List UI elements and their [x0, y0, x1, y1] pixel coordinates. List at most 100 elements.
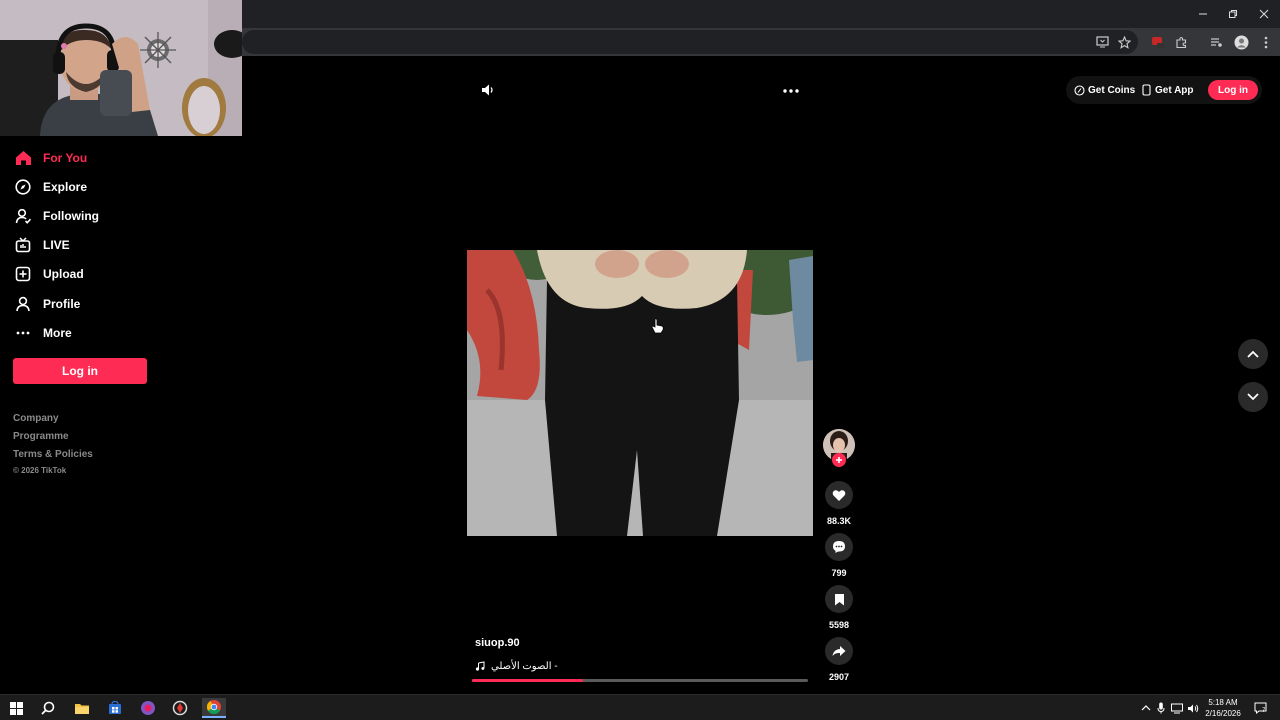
chrome-icon — [206, 700, 221, 715]
folder-icon — [75, 703, 89, 714]
next-video-button[interactable] — [1238, 382, 1268, 412]
close-icon — [1259, 9, 1269, 19]
bookmark-icon — [834, 593, 844, 605]
taskbar-app-2[interactable] — [170, 698, 190, 718]
extensions-puzzle-icon[interactable] — [1173, 34, 1189, 50]
video-progress-fill — [472, 679, 583, 682]
windows-taskbar: 5:18 AM 2/16/2026 7 — [0, 694, 1280, 720]
video-frame — [467, 250, 813, 536]
store-button[interactable] — [105, 698, 125, 718]
taskbar-clock[interactable]: 5:18 AM 2/16/2026 — [1198, 697, 1248, 719]
clock-date: 2/16/2026 — [1205, 709, 1241, 718]
footer-link-programme[interactable]: Programme — [13, 431, 69, 442]
sidebar-item-label: Profile — [43, 297, 81, 311]
clock-time: 5:18 AM — [1208, 698, 1238, 707]
sound-name: الصوت الأصلي - — [491, 660, 558, 672]
follow-button[interactable] — [832, 453, 846, 467]
copyright-text: © 2026 TikTok — [13, 466, 67, 475]
sidebar-item-label: More — [43, 326, 72, 340]
restore-button[interactable] — [1218, 0, 1248, 28]
close-window-button[interactable] — [1249, 0, 1279, 28]
more-dots-icon — [783, 89, 799, 93]
share-button[interactable] — [825, 637, 853, 665]
restore-icon — [1229, 10, 1237, 18]
chrome-taskbar-button[interactable] — [202, 698, 226, 718]
microphone-icon[interactable] — [1155, 701, 1167, 715]
sidebar-item-more[interactable]: More — [14, 321, 214, 345]
browser-menu-icon[interactable] — [1258, 34, 1274, 50]
comment-count: 799 — [831, 568, 847, 578]
sidebar-item-label: Upload — [43, 267, 84, 281]
more-icon — [14, 324, 32, 342]
minimize-icon — [1199, 13, 1207, 15]
start-button[interactable] — [6, 698, 26, 718]
video-options-button[interactable] — [782, 84, 800, 96]
sidebar-item-upload[interactable]: Upload — [14, 262, 214, 286]
sidebar-item-label: Following — [43, 209, 99, 223]
file-explorer-button[interactable] — [72, 698, 92, 718]
get-coins-label: Get Coins — [1088, 84, 1136, 96]
search-button[interactable] — [38, 698, 58, 718]
get-coins-link[interactable]: Get Coins — [1074, 76, 1135, 104]
sidebar-item-label: LIVE — [43, 238, 70, 252]
compass-icon — [14, 178, 32, 196]
network-icon[interactable] — [1171, 701, 1183, 715]
chevron-up-icon — [1247, 350, 1259, 358]
tray-overflow-icon[interactable] — [1140, 701, 1152, 715]
sidebar-item-label: For You — [43, 151, 88, 165]
app-circle-icon — [141, 701, 155, 715]
extension-badge-icon[interactable] — [1150, 34, 1166, 50]
notification-count: 7 — [1262, 708, 1266, 714]
sidebar-item-live[interactable]: LIVE — [14, 233, 214, 257]
bookmark-star-icon[interactable] — [1116, 34, 1132, 50]
comment-button[interactable] — [825, 533, 853, 561]
share-count: 2907 — [828, 672, 850, 682]
live-icon — [14, 236, 32, 254]
save-button[interactable] — [825, 585, 853, 613]
volume-button[interactable] — [480, 82, 496, 98]
sidebar-item-for-you[interactable]: For You — [14, 146, 214, 170]
home-icon — [14, 149, 32, 167]
store-icon — [109, 701, 121, 714]
get-app-label: Get App — [1155, 84, 1194, 96]
sunburst-decor — [140, 32, 176, 68]
minimize-button[interactable] — [1188, 0, 1218, 28]
get-app-link[interactable]: Get App — [1142, 76, 1194, 104]
coin-icon — [1074, 84, 1085, 96]
video-progress-bar[interactable] — [472, 679, 808, 682]
media-controls-icon[interactable] — [1208, 34, 1224, 50]
sidebar-item-label: Explore — [43, 180, 88, 194]
music-note-icon — [475, 661, 485, 671]
app-ring-icon — [172, 700, 188, 716]
like-count: 88.3K — [826, 516, 852, 526]
install-app-icon[interactable] — [1094, 34, 1110, 50]
save-count: 5598 — [828, 620, 850, 630]
windows-logo-icon — [9, 701, 23, 715]
comment-icon — [833, 541, 845, 553]
heart-icon — [832, 489, 846, 501]
search-icon — [41, 701, 55, 715]
sidebar-item-following[interactable]: Following — [14, 204, 214, 228]
address-bar[interactable] — [242, 30, 1138, 54]
sound-info[interactable]: الصوت الأصلي - — [475, 659, 558, 673]
following-icon — [14, 207, 32, 225]
footer-link-company[interactable]: Company — [13, 413, 59, 424]
upload-icon — [14, 265, 32, 283]
taskbar-app-1[interactable] — [138, 698, 158, 718]
plus-icon — [836, 457, 842, 463]
video-player[interactable] — [467, 250, 813, 536]
profile-avatar-icon[interactable] — [1233, 34, 1249, 50]
sidebar-login-button[interactable]: Log in — [13, 358, 147, 384]
phone-icon — [1142, 84, 1151, 96]
video-username[interactable]: siuop.90 — [475, 637, 520, 649]
webcam-overlay — [0, 0, 242, 136]
footer-link-terms[interactable]: Terms & Policies — [13, 449, 93, 460]
sidebar-item-profile[interactable]: Profile — [14, 292, 214, 316]
like-button[interactable] — [825, 481, 853, 509]
header-login-button[interactable]: Log in — [1208, 80, 1258, 100]
previous-video-button[interactable] — [1238, 339, 1268, 369]
sidebar-item-explore[interactable]: Explore — [14, 175, 214, 199]
chevron-down-icon — [1247, 393, 1259, 401]
profile-icon — [14, 295, 32, 313]
speaker-icon — [482, 84, 493, 96]
